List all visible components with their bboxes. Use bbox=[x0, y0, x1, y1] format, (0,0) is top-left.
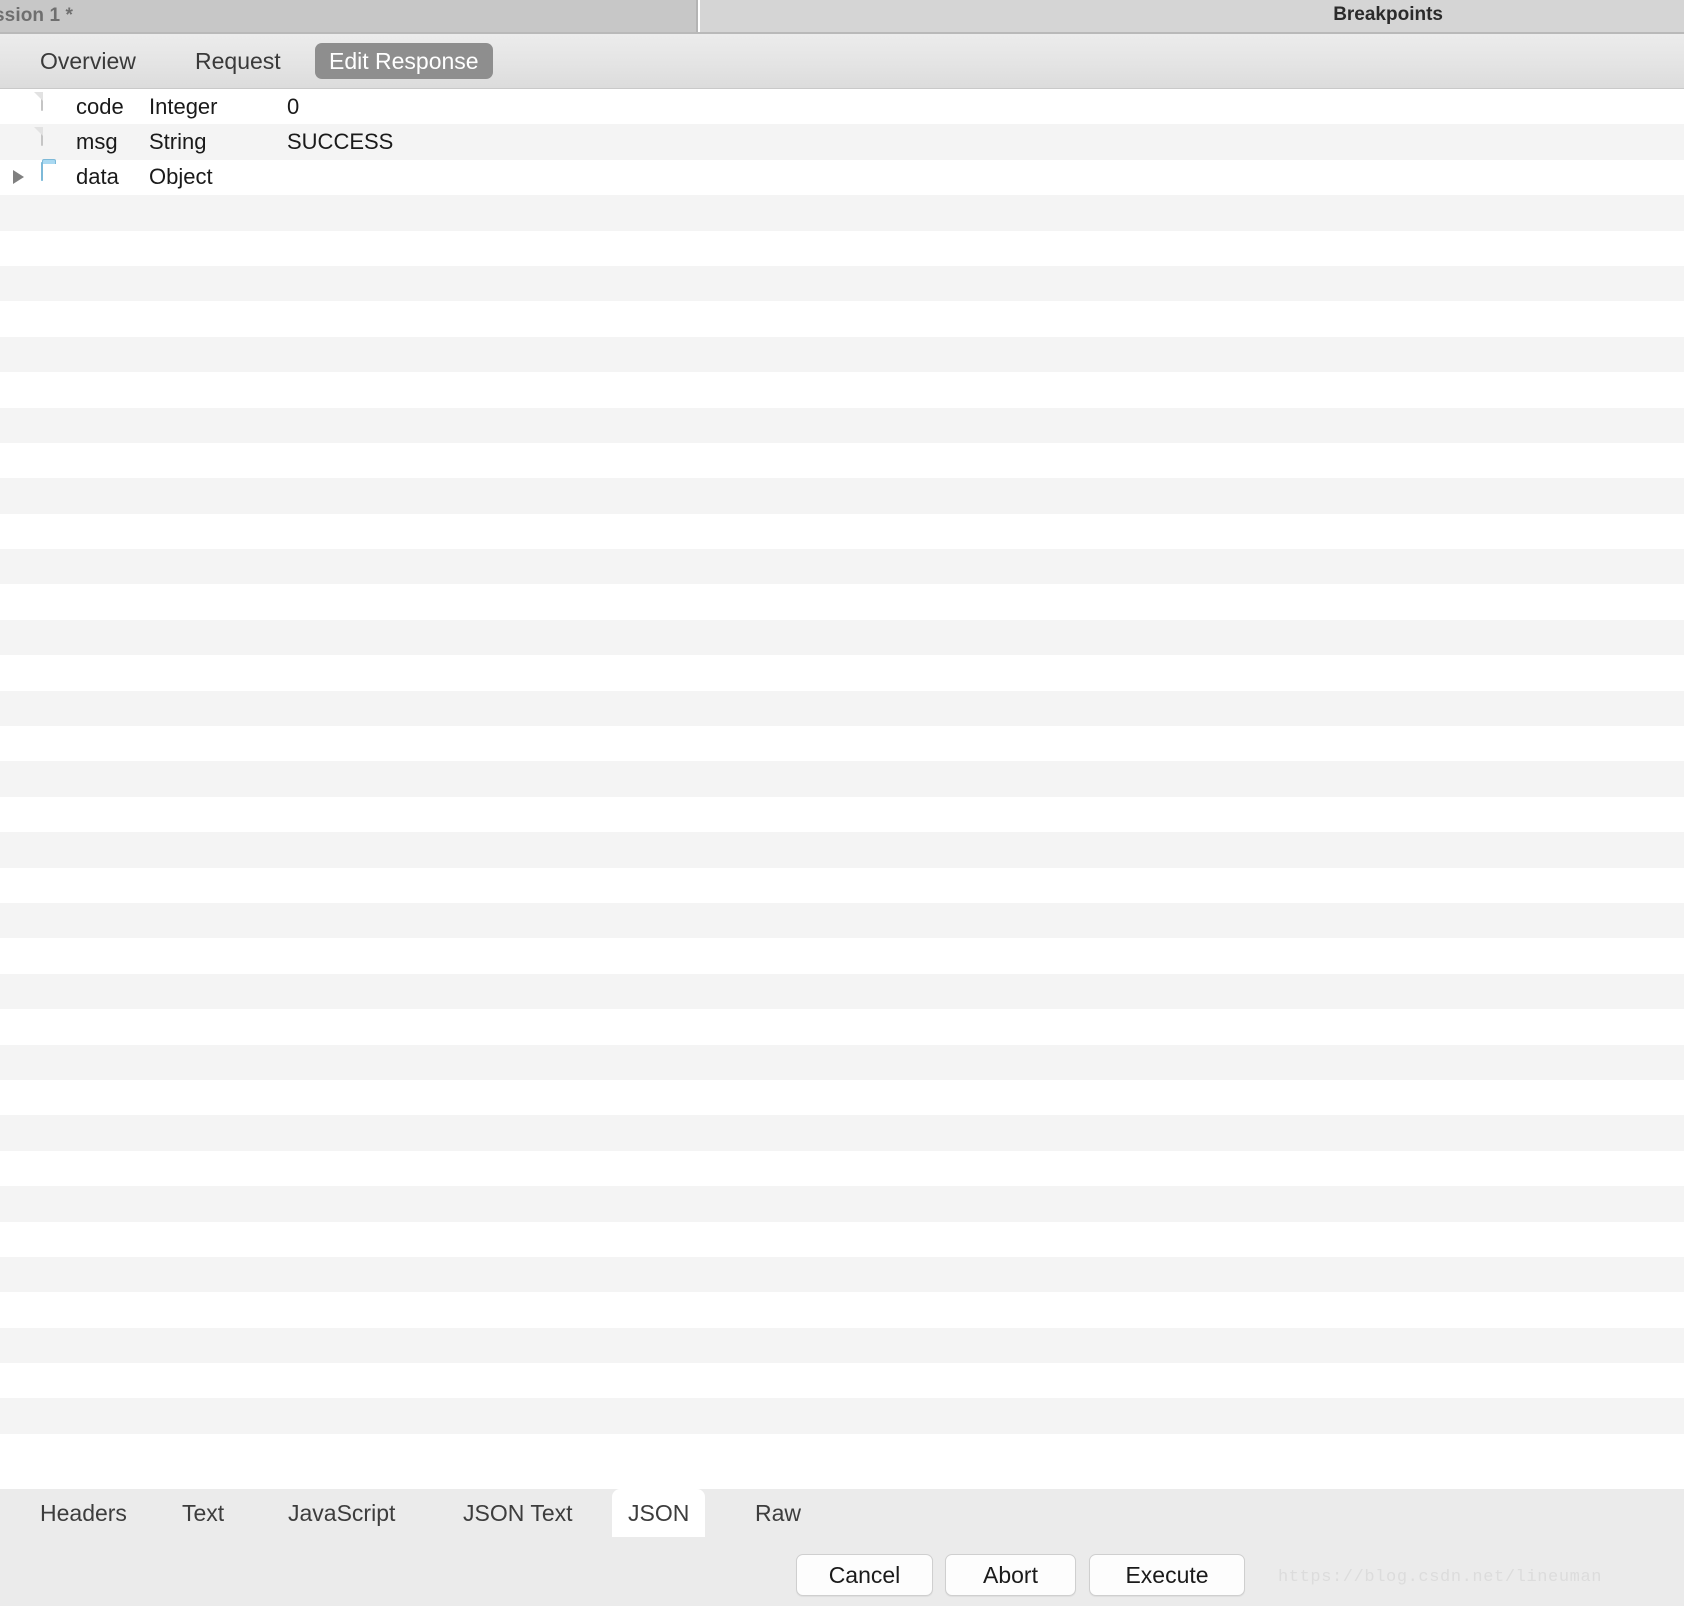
table-row-empty bbox=[0, 902, 1684, 939]
table-row-empty bbox=[0, 655, 1684, 691]
table-row-empty bbox=[0, 1292, 1684, 1328]
file-icon bbox=[41, 91, 65, 121]
table-row-empty bbox=[0, 549, 1684, 585]
table-row[interactable]: code Integer 0 bbox=[0, 89, 1684, 125]
table-row-empty bbox=[0, 1363, 1684, 1399]
breakpoints-pane: Breakpoints bbox=[700, 0, 1684, 34]
table-row-empty bbox=[0, 265, 1684, 302]
tab-headers[interactable]: Headers bbox=[24, 1489, 143, 1537]
tree-row-type: Integer bbox=[149, 93, 218, 119]
table-row-empty bbox=[0, 1398, 1684, 1434]
table-row-empty bbox=[0, 1044, 1684, 1080]
session-title: ssion 1 * bbox=[0, 5, 74, 26]
tree-row-name: msg bbox=[76, 129, 118, 155]
table-row[interactable]: data Object bbox=[0, 159, 1684, 196]
table-row-empty bbox=[0, 195, 1684, 231]
tree-row-value: 0 bbox=[287, 93, 300, 119]
tree-row-name: code bbox=[76, 93, 124, 119]
table-row-empty bbox=[0, 336, 1684, 373]
session-tab-pane[interactable]: ssion 1 * bbox=[0, 0, 698, 34]
response-mode-tabbar: Overview Request Edit Response bbox=[0, 34, 1684, 89]
table-row-empty bbox=[0, 1256, 1684, 1293]
table-row-empty bbox=[0, 1115, 1684, 1151]
watermark-text: https://blog.csdn.net/lineuman bbox=[1278, 1568, 1603, 1587]
abort-button[interactable]: Abort bbox=[945, 1554, 1076, 1596]
table-row-empty bbox=[0, 301, 1684, 337]
table-row-empty bbox=[0, 726, 1684, 762]
table-row-empty bbox=[0, 442, 1684, 479]
tree-row-value: SUCCESS bbox=[287, 129, 394, 155]
table-row-empty bbox=[0, 478, 1684, 514]
table-row-empty bbox=[0, 372, 1684, 408]
table-row-empty bbox=[0, 867, 1684, 903]
table-row-empty bbox=[0, 1079, 1684, 1116]
table-row-empty bbox=[0, 1327, 1684, 1364]
disclosure-triangle-icon[interactable] bbox=[13, 170, 24, 185]
folder-icon bbox=[41, 162, 65, 191]
tree-row-name: data bbox=[76, 164, 119, 190]
table-row-empty bbox=[0, 619, 1684, 656]
table-row-empty bbox=[0, 1009, 1684, 1045]
tab-raw[interactable]: Raw bbox=[739, 1489, 817, 1537]
tree-row-type: String bbox=[149, 129, 207, 155]
window-title-bar: ssion 1 * Breakpoints bbox=[0, 0, 1684, 34]
table-row-empty bbox=[0, 584, 1684, 620]
table-row-empty bbox=[0, 407, 1684, 443]
table-row[interactable]: msg String SUCCESS bbox=[0, 124, 1684, 160]
tab-text[interactable]: Text bbox=[166, 1489, 240, 1537]
tab-json-text[interactable]: JSON Text bbox=[447, 1489, 589, 1537]
breakpoints-title: Breakpoints bbox=[1333, 4, 1443, 25]
table-row-empty bbox=[0, 1221, 1684, 1257]
tab-edit-response[interactable]: Edit Response bbox=[315, 43, 493, 79]
table-row-empty bbox=[0, 761, 1684, 797]
tab-javascript[interactable]: JavaScript bbox=[272, 1489, 411, 1537]
response-format-bar: Headers Text JavaScript JSON Text JSON R… bbox=[0, 1489, 1684, 1606]
table-row-empty bbox=[0, 1150, 1684, 1187]
file-icon bbox=[41, 127, 65, 156]
tab-request[interactable]: Request bbox=[181, 43, 295, 79]
json-tree-view[interactable]: code Integer 0 msg String SUCCESS data Object bbox=[0, 89, 1684, 1489]
table-row-empty bbox=[0, 796, 1684, 833]
table-row-empty bbox=[0, 1433, 1684, 1470]
execute-button[interactable]: Execute bbox=[1089, 1554, 1245, 1596]
table-row-empty bbox=[0, 973, 1684, 1010]
tab-json[interactable]: JSON bbox=[612, 1489, 706, 1537]
tree-row-type: Object bbox=[149, 164, 213, 190]
table-row-empty bbox=[0, 832, 1684, 868]
tab-overview[interactable]: Overview bbox=[26, 43, 150, 79]
table-row-empty bbox=[0, 1186, 1684, 1222]
table-row-empty bbox=[0, 690, 1684, 727]
table-row-empty bbox=[0, 938, 1684, 974]
table-row-empty bbox=[0, 230, 1684, 266]
table-row-empty bbox=[0, 513, 1684, 550]
cancel-button[interactable]: Cancel bbox=[796, 1554, 933, 1596]
